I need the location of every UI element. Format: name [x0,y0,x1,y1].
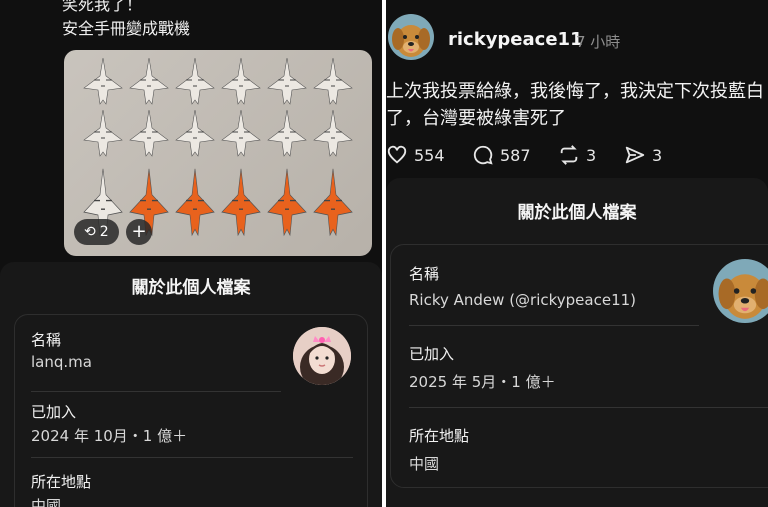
location-label: 所在地點 [31,473,92,491]
paper-plane-16 [220,166,262,238]
paper-plane-9 [174,108,216,158]
paper-plane-11 [266,108,308,158]
avatar[interactable] [293,327,351,385]
sheet-title: 關於此個人檔案 [517,203,637,223]
paper-plane-7 [82,108,124,158]
paper-plane-1 [82,56,124,106]
profile-sheet: 關於此個人檔案 名稱 lanq.ma 已加入 2024 年 10月・1 億＋ 所… [0,262,382,507]
divider [409,325,699,326]
post-username[interactable]: rickypeace11 [448,29,583,50]
share-icon [625,146,645,164]
paper-plane-18 [312,166,354,238]
paper-plane-3 [174,56,216,106]
divider [409,407,768,408]
name-label: 名稱 [31,331,62,349]
left-screenshot: 笑死我了！ 安全手冊變成戰機 ⟲ 2 + 關於此個人檔案 名稱 lanq.ma [0,0,382,507]
paper-plane-8 [128,108,170,158]
joined-value: 2024 年 10月・1 億＋ [31,427,188,445]
repost-icon: ⟲ [84,224,96,240]
like-count: 554 [414,145,445,165]
post-time: 7 小時 [576,33,621,51]
comment-icon [473,145,493,165]
paper-plane-4 [220,56,262,106]
dog-avatar-icon [713,259,768,323]
comment-button[interactable]: 587 [472,144,531,166]
share-button[interactable]: 3 [624,144,662,166]
divider [31,457,353,458]
profile-sheet: 關於此個人檔案 名稱 Ricky Andew (@rickypeace11) 已… [386,178,768,507]
repost-count-pill[interactable]: ⟲ 2 [74,219,119,245]
post-text-line-1: 笑死我了！ [62,0,143,14]
heart-icon [387,145,407,164]
name-label: 名稱 [409,265,440,283]
right-screenshot: rickypeace11 7 小時 上次我投票給綠，我後悔了，我決定下次投藍白了… [386,0,768,507]
repost-count: 2 [99,224,109,240]
paper-plane-15 [174,166,216,238]
paper-plane-10 [220,108,262,158]
divider [31,391,281,392]
location-value: 中國 [409,455,440,473]
joined-label: 已加入 [409,345,455,363]
post-text-line-2: 安全手冊變成戰機 [62,19,191,38]
paper-plane-2 [128,56,170,106]
share-count: 3 [652,145,663,165]
sheet-title: 關於此個人檔案 [131,278,251,298]
like-button[interactable]: 554 [386,144,445,166]
joined-value: 2025 年 5月・1 億＋ [409,373,556,391]
name-value: lanq.ma [31,353,92,371]
post-body: 上次我投票給綠，我後悔了，我決定下次投藍白了，台灣要被綠害死了 [386,81,764,129]
paper-plane-5 [266,56,308,106]
comment-count: 587 [500,145,531,165]
profile-card: 名稱 Ricky Andew (@rickypeace11) 已加入 2025 … [390,244,768,488]
repost-count: 3 [586,145,597,165]
paper-plane-6 [312,56,354,106]
dog-avatar-icon [388,14,434,60]
plus-icon: + [131,221,147,242]
add-button[interactable]: + [126,219,152,245]
paper-plane-17 [266,166,308,238]
paper-plane-12 [312,108,354,158]
location-value: 中國 [31,497,62,507]
avatar[interactable] [388,14,434,60]
joined-label: 已加入 [31,403,77,421]
avatar[interactable] [713,259,768,323]
repost-icon [560,145,578,165]
name-value: Ricky Andew (@rickypeace11) [409,291,637,309]
profile-card: 名稱 lanq.ma 已加入 2024 年 10月・1 億＋ 所在地點 中國 [14,314,368,507]
repost-button[interactable]: 3 [558,144,596,166]
girl-avatar-icon [293,327,351,385]
location-label: 所在地點 [409,427,470,445]
